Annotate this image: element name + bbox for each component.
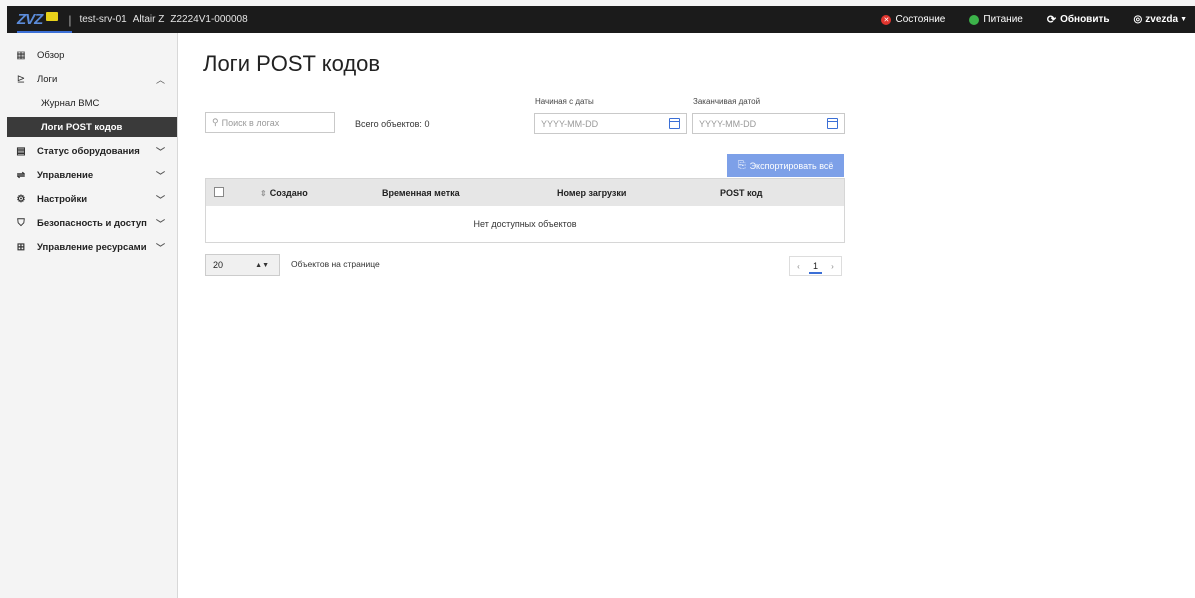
refresh-button[interactable]: ⟳ Обновить bbox=[1047, 13, 1110, 26]
server-serial: Z2224V1-000008 bbox=[170, 14, 248, 25]
search-input[interactable] bbox=[221, 117, 322, 128]
sort-icon: ⇕ bbox=[260, 188, 267, 198]
sidebar-item-label: Журнал BMC bbox=[41, 97, 100, 109]
sidebar-item-label: Статус оборудования bbox=[37, 145, 140, 157]
sidebar-item-label: Управление ресурсами bbox=[37, 241, 147, 253]
user-icon: ◎ bbox=[1133, 14, 1143, 25]
total-count: Всего объектов: 0 bbox=[355, 119, 430, 129]
chevron-down-icon: ﹀ bbox=[155, 194, 165, 205]
to-date-label: Заканчивая датой bbox=[693, 97, 761, 106]
post-codes-table: ⇕ Создано Временная метка Номер загрузки … bbox=[205, 178, 845, 243]
status-indicator[interactable]: ✕ Состояние bbox=[881, 14, 945, 25]
calendar-icon[interactable] bbox=[827, 118, 838, 129]
from-date-field[interactable] bbox=[534, 113, 687, 134]
caret-down-icon: ▼ bbox=[1180, 16, 1187, 23]
top-right-controls: ✕ Состояние Питание ⟳ Обновить ◎ zvezda … bbox=[881, 6, 1195, 33]
main-content: Логи POST кодов ⚲ Всего объектов: 0 Начи… bbox=[178, 33, 1195, 598]
dashboard-icon: ▦ bbox=[16, 49, 26, 61]
from-date-input[interactable] bbox=[541, 118, 661, 129]
sidebar-item-bmc-log[interactable]: Журнал BMC bbox=[7, 93, 177, 113]
sidebar-item-label: Логи POST кодов bbox=[41, 121, 123, 133]
column-timestamp: Временная метка bbox=[382, 187, 460, 198]
sidebar-item-overview[interactable]: ▦ Обзор bbox=[7, 45, 177, 65]
per-page-value: 20 bbox=[213, 260, 224, 270]
sliders-icon: ⇌ bbox=[16, 169, 26, 181]
sidebar-item-settings[interactable]: ⚙ Настройки ﹀ bbox=[7, 189, 177, 209]
refresh-icon: ⟳ bbox=[1046, 14, 1057, 26]
chevron-down-icon: ﹀ bbox=[155, 170, 165, 181]
server-name: test-srv-01 bbox=[79, 14, 127, 25]
calendar-icon[interactable] bbox=[669, 118, 680, 129]
sidebar-item-label: Обзор bbox=[37, 49, 65, 61]
server-model: Altair Z bbox=[132, 14, 165, 25]
chart-icon: ⊵ bbox=[16, 73, 26, 85]
divider: | bbox=[68, 12, 72, 27]
sidebar-item-resources[interactable]: ⊞ Управление ресурсами ﹀ bbox=[7, 237, 177, 257]
select-arrows-icon: ▲▼ bbox=[255, 261, 269, 269]
resources-icon: ⊞ bbox=[16, 241, 26, 253]
next-page-button[interactable]: › bbox=[824, 257, 841, 275]
chevron-down-icon: ﹀ bbox=[155, 218, 165, 229]
sidebar-item-logs[interactable]: ⊵ Логи ︿ bbox=[7, 69, 177, 89]
power-label: Питание bbox=[983, 14, 1023, 25]
export-all-button[interactable]: ⎘ Экспортировать всё bbox=[727, 154, 844, 177]
power-indicator[interactable]: Питание bbox=[969, 14, 1023, 25]
select-all-checkbox[interactable] bbox=[214, 187, 224, 197]
table-header: ⇕ Создано Временная метка Номер загрузки … bbox=[206, 179, 844, 206]
power-ok-icon bbox=[969, 14, 980, 25]
sidebar-item-control[interactable]: ⇌ Управление ﹀ bbox=[7, 165, 177, 185]
sidebar-item-label: Настройки bbox=[37, 193, 88, 205]
sidebar: ▦ Обзор ⊵ Логи ︿ Журнал BMC Логи POST ко… bbox=[7, 33, 178, 598]
column-created[interactable]: ⇕ Создано bbox=[260, 188, 308, 198]
logo[interactable]: ZVZ bbox=[17, 11, 59, 28]
prev-page-button[interactable]: ‹ bbox=[790, 257, 807, 275]
status-label: Состояние bbox=[895, 14, 946, 25]
export-icon: ⎘ bbox=[737, 160, 746, 171]
to-date-input[interactable] bbox=[699, 118, 819, 129]
per-page-label: Объектов на странице bbox=[291, 259, 380, 269]
clipboard-icon: ▤ bbox=[16, 145, 26, 157]
page-title: Логи POST кодов bbox=[203, 51, 381, 76]
per-page-select[interactable]: 20 ▲▼ bbox=[205, 254, 280, 276]
pagination: ‹ 1 › bbox=[789, 256, 842, 276]
user-menu[interactable]: ◎ zvezda ▼ bbox=[1134, 14, 1187, 25]
shield-icon: ⛉ bbox=[17, 217, 25, 229]
chevron-down-icon: ﹀ bbox=[155, 242, 165, 253]
refresh-label: Обновить bbox=[1060, 14, 1110, 25]
search-icon: ⚲ bbox=[212, 117, 219, 127]
sidebar-item-post-codes[interactable]: Логи POST кодов bbox=[7, 117, 177, 137]
sidebar-item-security[interactable]: ⛉ Безопасность и доступ ﹀ bbox=[7, 213, 177, 233]
logo-mark: ZVZ bbox=[17, 11, 43, 28]
gear-icon: ⚙ bbox=[16, 193, 26, 205]
column-post-code: POST код bbox=[720, 187, 763, 198]
sidebar-item-label: Логи bbox=[37, 73, 58, 85]
from-date-label: Начиная с даты bbox=[535, 97, 594, 106]
logo-badge bbox=[46, 12, 59, 21]
chevron-down-icon: ﹀ bbox=[155, 146, 165, 157]
sidebar-item-label: Безопасность и доступ bbox=[37, 217, 147, 229]
sidebar-item-label: Управление bbox=[37, 169, 94, 181]
export-label: Экспортировать всё bbox=[749, 160, 834, 171]
page-number-button[interactable]: 1 bbox=[807, 257, 824, 275]
column-boot-number: Номер загрузки bbox=[557, 187, 627, 198]
empty-table-message: Нет доступных объектов bbox=[206, 206, 844, 242]
chevron-up-icon: ︿ bbox=[155, 74, 165, 85]
to-date-field[interactable] bbox=[692, 113, 845, 134]
user-label: zvezda bbox=[1145, 14, 1179, 25]
search-box[interactable]: ⚲ bbox=[205, 112, 335, 133]
status-error-icon: ✕ bbox=[881, 14, 892, 25]
top-bar: ZVZ | test-srv-01 Altair Z Z2224V1-00000… bbox=[7, 6, 1195, 33]
sidebar-item-hardware-status[interactable]: ▤ Статус оборудования ﹀ bbox=[7, 141, 177, 161]
